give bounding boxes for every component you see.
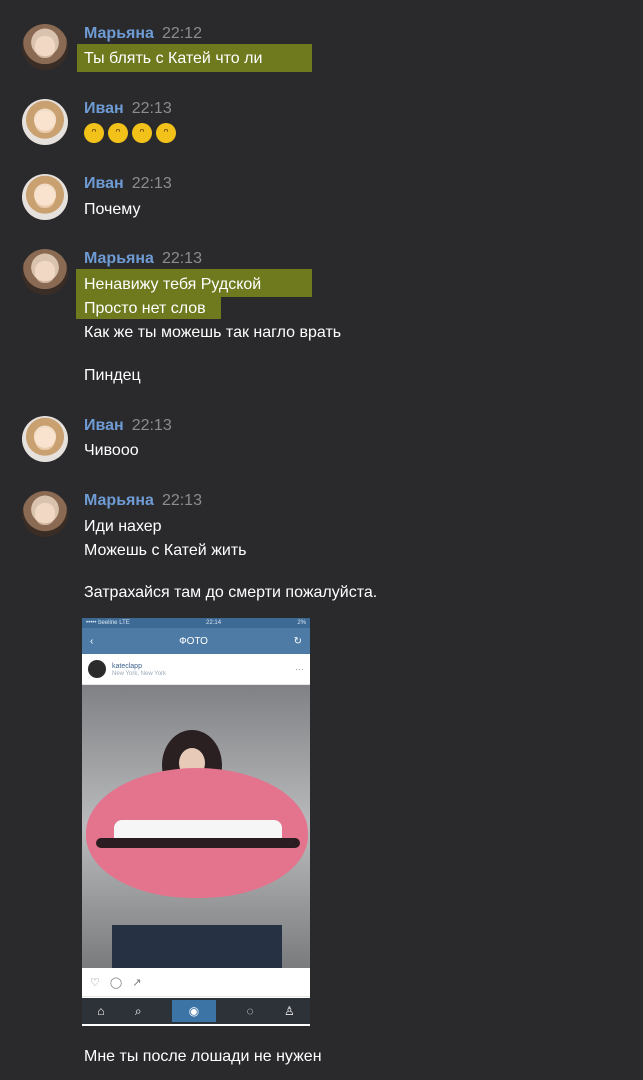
post-location[interactable]: New York, New York xyxy=(112,671,289,677)
message-text: Пиндец xyxy=(84,367,141,384)
message-text: Как же ты можешь так нагло врать xyxy=(84,324,342,341)
laughing-emoji-icon: ᵔ xyxy=(84,122,104,143)
laughing-emoji-icon: ᵔ xyxy=(108,122,128,143)
avatar[interactable] xyxy=(22,491,68,537)
home-icon[interactable]: ⌂ xyxy=(97,1004,104,1018)
share-icon[interactable]: ↗ xyxy=(132,976,141,989)
back-icon[interactable]: ‹ xyxy=(90,636,93,647)
profile-icon[interactable]: ♙ xyxy=(284,1004,295,1018)
avatar[interactable] xyxy=(22,99,68,145)
avatar[interactable] xyxy=(22,24,68,70)
more-icon[interactable]: ··· xyxy=(295,664,304,674)
post-photo xyxy=(82,685,310,968)
author-name[interactable]: Иван xyxy=(84,175,124,192)
author-name[interactable]: Иван xyxy=(84,100,124,117)
message-meta: Марьяна 22:13 xyxy=(84,249,202,269)
attached-photo[interactable]: ••••• beeline LTE 22:14 2% ‹ ФОТО ↻ kate… xyxy=(82,618,310,1026)
message-time: 22:13 xyxy=(131,175,172,192)
message-meta: Марьяна 22:13 xyxy=(84,491,202,511)
message-text: Затрахайся там до смерти пожалуйста. xyxy=(84,584,378,601)
message-text: Мне ты после лошади не нужен xyxy=(84,1048,322,1065)
author-name[interactable]: Марьяна xyxy=(84,250,154,267)
message-text: Чивооо xyxy=(84,442,139,459)
message-time: 22:13 xyxy=(161,250,202,267)
laughing-emoji-icon: ᵔ xyxy=(132,122,152,143)
phone-status-bar: ••••• beeline LTE 22:14 2% xyxy=(82,618,310,628)
avatar[interactable] xyxy=(22,249,68,295)
avatar[interactable] xyxy=(22,416,68,462)
photo-nav-bar: ‹ ФОТО ↻ xyxy=(82,628,310,654)
jeans xyxy=(112,925,282,968)
message-text: Ненавижу тебя Рудской xyxy=(84,276,262,293)
post-header: kateclapp New York, New York ··· xyxy=(82,654,310,685)
message-meta: Иван 22:13 xyxy=(84,174,172,194)
comment-icon[interactable]: ◯ xyxy=(110,976,122,989)
author-name[interactable]: Иван xyxy=(84,417,124,434)
message-text: Ты блять с Катей что ли xyxy=(84,50,263,67)
message-meta: Иван 22:13 xyxy=(84,99,172,119)
message-time: 22:13 xyxy=(131,417,172,434)
activity-icon[interactable]: ◌ xyxy=(246,1004,253,1018)
like-icon[interactable]: ♡ xyxy=(90,976,100,989)
post-username[interactable]: kateclapp xyxy=(112,662,289,671)
message-text: Почему xyxy=(84,201,141,218)
avatar[interactable] xyxy=(22,174,68,220)
message-meta: Иван 22:13 xyxy=(84,416,172,436)
carrier-text: ••••• beeline LTE xyxy=(86,620,130,626)
phone-tab-bar: ⌂ ⌕ ◉ ◌ ♙ xyxy=(82,998,310,1024)
message-time: 22:13 xyxy=(161,492,202,509)
message-time: 22:12 xyxy=(161,25,202,42)
post-avatar[interactable] xyxy=(88,660,106,678)
author-name[interactable]: Марьяна xyxy=(84,25,154,42)
message-time: 22:13 xyxy=(131,100,172,117)
message-text: Просто нет слов xyxy=(84,300,206,317)
search-icon[interactable]: ⌕ xyxy=(135,1004,142,1019)
author-name[interactable]: Марьяна xyxy=(84,492,154,509)
refresh-icon[interactable]: ↻ xyxy=(294,636,302,647)
message-text: Можешь с Катей жить xyxy=(84,542,247,559)
camera-icon[interactable]: ◉ xyxy=(172,1000,217,1022)
lips-pillow xyxy=(86,768,308,898)
post-actions: ♡ ◯ ↗ xyxy=(82,968,310,997)
message-meta: Марьяна 22:12 xyxy=(84,24,202,44)
photo-title: ФОТО xyxy=(179,635,208,647)
message-text: Иди нахер xyxy=(84,518,162,535)
laughing-emoji-icon: ᵔ xyxy=(156,122,176,143)
status-time: 22:14 xyxy=(206,620,222,626)
emoji-row: ᵔᵔᵔᵔ xyxy=(84,122,180,144)
battery-text: 2% xyxy=(297,620,306,626)
